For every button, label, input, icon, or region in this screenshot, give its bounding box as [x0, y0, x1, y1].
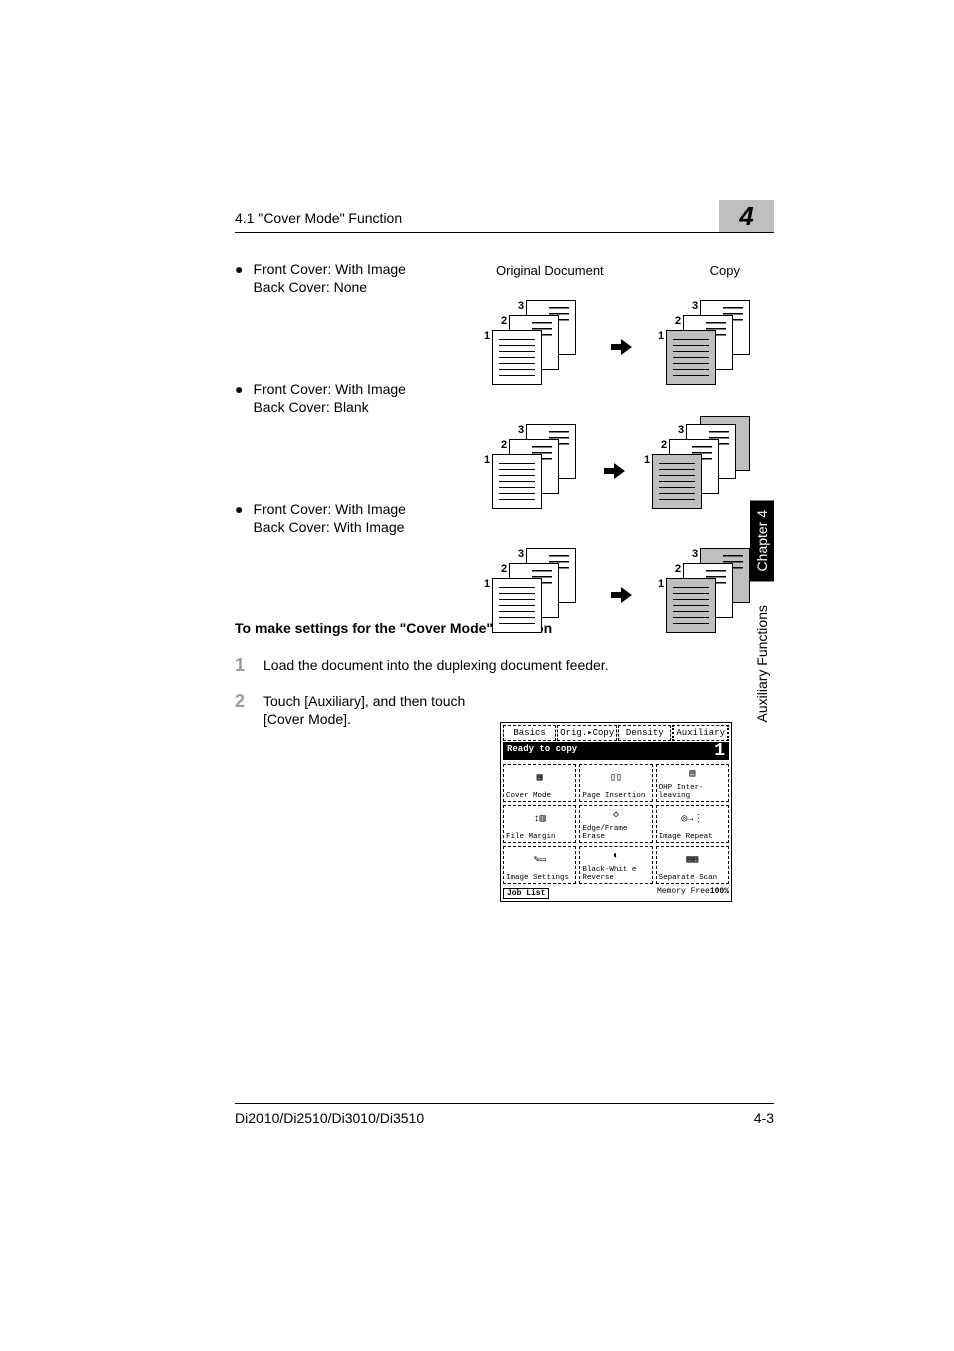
page-num: 2 [661, 439, 667, 451]
bullet-line: Back Cover: With Image [253, 518, 406, 536]
footer-model: Di2010/Di2510/Di3010/Di3510 [235, 1110, 424, 1126]
mem-label: Memory Free [657, 887, 710, 896]
step-text: Touch [Auxiliary], and then touch [Cover… [263, 692, 493, 728]
page-num: 3 [518, 548, 524, 560]
step-number: 1 [235, 656, 249, 674]
aux-ohp-interleaving-button[interactable]: ▤OHP Inter-leaving [656, 764, 729, 802]
bullet-line: Back Cover: None [253, 278, 406, 296]
side-tab-chapter: Chapter 4 [750, 500, 774, 581]
page-insertion-icon: ▯▯ [582, 766, 649, 792]
copy-stack: 3 2 1 [652, 424, 752, 519]
copy-stack: 3 2 1 [666, 300, 752, 395]
cover-mode-icon: ▦ [506, 766, 573, 792]
page-num: 3 [692, 548, 698, 560]
step-number: 2 [235, 692, 249, 710]
job-list-button[interactable]: Job List [503, 888, 549, 899]
arrow-icon [611, 339, 633, 355]
aux-label: Separate Scan [659, 874, 726, 882]
aux-label: Image Settings [506, 874, 573, 882]
tab-orig-copy[interactable]: Orig.▸Copy [557, 725, 617, 741]
tab-basics[interactable]: Basics [503, 725, 556, 741]
status-text: Ready to copy [507, 744, 577, 758]
tab-auxiliary[interactable]: Auxiliary [672, 725, 729, 741]
original-stack: 3 2 1 [492, 548, 578, 643]
figure-row: 3 2 1 3 2 1 [492, 536, 752, 654]
bullet-icon: ● [235, 501, 243, 517]
aux-edge-erase-button[interactable]: ◇Edge/Frame Erase [579, 805, 652, 843]
aux-label: Edge/Frame Erase [582, 825, 649, 841]
file-margin-icon: ↕▥ [506, 807, 573, 833]
page-num: 1 [484, 454, 490, 466]
aux-label: OHP Inter-leaving [659, 784, 726, 800]
bullet-line: Back Cover: Blank [253, 398, 406, 416]
figures-column: Original Document Copy 3 2 1 3 2 1 [492, 263, 752, 654]
header-rule [235, 232, 774, 233]
arrow-icon [604, 463, 626, 479]
page-num: 3 [518, 424, 524, 436]
page-num: 2 [501, 439, 507, 451]
bullet-line: Front Cover: With Image [253, 380, 406, 398]
original-stack: 3 2 1 [492, 300, 578, 395]
aux-bw-reverse-button[interactable]: ◐Black-Whit e Reverse [579, 846, 652, 884]
page-num: 1 [658, 578, 664, 590]
image-settings-icon: ✎▭ [506, 848, 573, 874]
bullet-icon: ● [235, 381, 243, 397]
running-head: 4.1 "Cover Mode" Function [235, 210, 402, 226]
original-stack: 3 2 1 [492, 424, 578, 519]
tab-density[interactable]: Density [618, 725, 671, 741]
page-num: 1 [658, 330, 664, 342]
copier-ui-screenshot: Basics Orig.▸Copy Density Auxiliary Read… [500, 722, 732, 902]
figure-row: 3 2 1 3 2 1 [492, 288, 752, 406]
aux-image-repeat-button[interactable]: ◎→⋮Image Repeat [656, 805, 729, 843]
chapter-badge: 4 [719, 200, 774, 232]
aux-label: Image Repeat [659, 833, 726, 841]
aux-image-settings-button[interactable]: ✎▭Image Settings [503, 846, 576, 884]
separate-scan-icon: ▦▦ [659, 848, 726, 874]
procedure-step: 1 Load the document into the duplexing d… [235, 656, 735, 674]
memory-free: Memory Free100% [657, 888, 729, 899]
page-num: 2 [501, 563, 507, 575]
bullet-line: Front Cover: With Image [253, 260, 406, 278]
aux-cover-mode-button[interactable]: ▦Cover Mode [503, 764, 576, 802]
aux-label: Cover Mode [506, 792, 573, 800]
page-num: 1 [644, 454, 650, 466]
page-num: 3 [678, 424, 684, 436]
page-num: 2 [675, 563, 681, 575]
side-tabs: Chapter 4 Auxiliary Functions [750, 500, 774, 733]
bullet-icon: ● [235, 261, 243, 277]
ohp-icon: ▤ [659, 766, 726, 784]
copy-stack: 3 2 1 [666, 548, 752, 643]
step-text: Load the document into the duplexing doc… [263, 656, 609, 674]
aux-file-margin-button[interactable]: ↕▥File Margin [503, 805, 576, 843]
page-num: 3 [692, 300, 698, 312]
page-num: 2 [501, 315, 507, 327]
aux-label: File Margin [506, 833, 573, 841]
page-num: 2 [675, 315, 681, 327]
page-num: 1 [484, 578, 490, 590]
bullet-line: Front Cover: With Image [253, 500, 406, 518]
figure-row: 3 2 1 3 2 1 [492, 412, 752, 530]
copies-count: 1 [714, 744, 725, 758]
footer-page-number: 4-3 [754, 1110, 774, 1126]
page-num: 1 [484, 330, 490, 342]
aux-page-insertion-button[interactable]: ▯▯Page Insertion [579, 764, 652, 802]
image-repeat-icon: ◎→⋮ [659, 807, 726, 833]
side-tab-section: Auxiliary Functions [750, 595, 774, 733]
bw-reverse-icon: ◐ [582, 848, 649, 866]
aux-label: Black-Whit e Reverse [582, 866, 649, 882]
page-footer: Di2010/Di2510/Di3010/Di3510 4-3 [235, 1103, 774, 1126]
fig-header-right: Copy [710, 263, 740, 278]
arrow-icon [611, 587, 633, 603]
mem-value: 100% [710, 887, 729, 896]
aux-label: Page Insertion [582, 792, 649, 800]
fig-header-left: Original Document [496, 263, 604, 278]
edge-erase-icon: ◇ [582, 807, 649, 825]
page-num: 3 [518, 300, 524, 312]
aux-separate-scan-button[interactable]: ▦▦Separate Scan [656, 846, 729, 884]
